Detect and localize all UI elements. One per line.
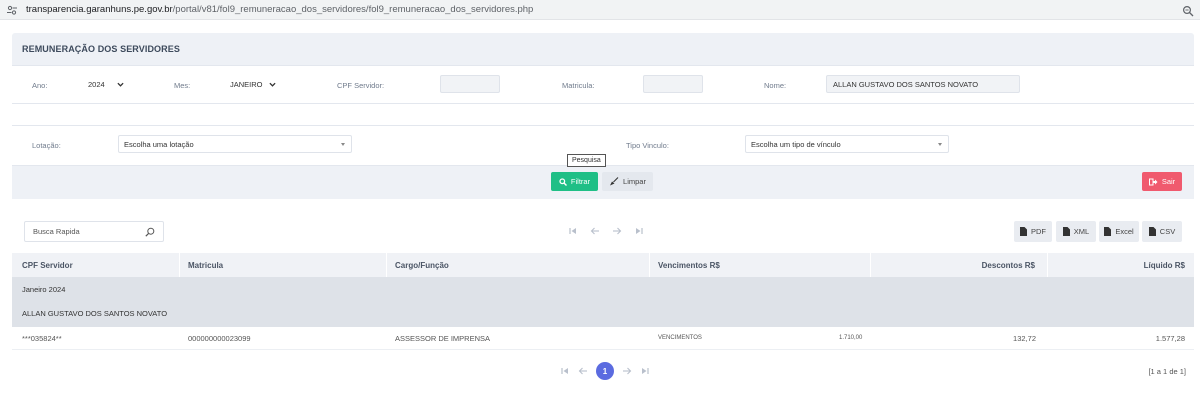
table-group-header: Janeiro 2024 ALLAN GUSTAVO DOS SANTOS NO… bbox=[12, 277, 1194, 327]
site-settings-icon[interactable] bbox=[6, 4, 18, 16]
filter-gap bbox=[12, 104, 1194, 125]
col-cargo[interactable]: Cargo/Função bbox=[395, 261, 449, 270]
vinculo-label: Tipo Vinculo: bbox=[626, 141, 669, 150]
col-separator bbox=[179, 253, 180, 277]
limpar-button[interactable]: Limpar bbox=[602, 172, 653, 191]
sign-out-icon bbox=[1148, 178, 1158, 185]
search-placeholder: Busca Rapida bbox=[33, 227, 80, 236]
prev-page-icon[interactable] bbox=[578, 366, 588, 376]
cell-liquido: 1.577,28 bbox=[1155, 334, 1185, 343]
prev-page-icon[interactable] bbox=[590, 226, 600, 236]
broom-icon bbox=[610, 177, 619, 186]
zoom-icon[interactable] bbox=[1182, 4, 1194, 17]
col-separator bbox=[649, 253, 650, 277]
pagination-info: [1 a 1 de 1] bbox=[1148, 367, 1186, 376]
action-bar: Filtrar Limpar Sair bbox=[12, 166, 1194, 199]
export-csv-label: CSV bbox=[1159, 227, 1176, 236]
filtrar-label: Filtrar bbox=[570, 177, 591, 186]
ano-value: 2024 bbox=[88, 80, 105, 89]
last-page-icon[interactable] bbox=[634, 226, 644, 236]
vinculo-select[interactable]: Escolha um tipo de vínculo bbox=[745, 135, 949, 153]
next-page-icon[interactable] bbox=[622, 366, 632, 376]
browser-address-bar: transparencia.garanhuns.pe.gov.br/portal… bbox=[0, 0, 1200, 20]
quick-search-input[interactable]: Busca Rapida bbox=[24, 221, 164, 242]
mes-select[interactable]: JANEIRO bbox=[230, 76, 280, 93]
ano-label: Ano: bbox=[32, 81, 48, 90]
export-pdf-label: PDF bbox=[1031, 227, 1046, 236]
page-current[interactable]: 1 bbox=[596, 362, 614, 380]
export-excel-button[interactable]: Excel bbox=[1099, 221, 1139, 242]
export-csv-button[interactable]: CSV bbox=[1142, 221, 1182, 242]
col-separator bbox=[870, 253, 871, 277]
col-matricula[interactable]: Matricula bbox=[188, 261, 223, 270]
first-page-icon[interactable] bbox=[568, 226, 578, 236]
export-pdf-button[interactable]: PDF bbox=[1014, 221, 1052, 242]
caret-down-icon bbox=[938, 143, 942, 146]
file-icon bbox=[1104, 227, 1112, 236]
group-period: Janeiro 2024 bbox=[22, 285, 66, 294]
nome-field[interactable]: ALLAN GUSTAVO DOS SANTOS NOVATO bbox=[826, 75, 1020, 93]
matricula-label: Matricula: bbox=[562, 81, 595, 90]
first-page-icon[interactable] bbox=[560, 366, 570, 376]
url-path: /portal/v81/fol9_remuneracao_dos_servido… bbox=[172, 4, 534, 15]
mes-label: Mes: bbox=[174, 81, 191, 90]
mes-value: JANEIRO bbox=[230, 80, 263, 89]
col-separator bbox=[386, 253, 387, 277]
top-pagination bbox=[568, 226, 644, 236]
col-separator bbox=[1047, 253, 1048, 277]
bottom-pagination: 1 bbox=[560, 362, 650, 380]
matricula-field[interactable] bbox=[643, 75, 703, 93]
cell-venc-value: 1.710,00 bbox=[839, 335, 863, 341]
url-text[interactable]: transparencia.garanhuns.pe.gov.br/portal… bbox=[26, 4, 533, 15]
last-page-icon[interactable] bbox=[640, 366, 650, 376]
vinculo-value: Escolha um tipo de vínculo bbox=[751, 139, 841, 149]
filter-panel: REMUNERAÇÃO DOS SERVIDORES Ano: 2024 Mes… bbox=[12, 33, 1194, 199]
table-header: CPF Servidor Matricula Cargo/Função Venc… bbox=[12, 253, 1194, 277]
chevron-down-icon bbox=[269, 82, 276, 87]
file-icon bbox=[1020, 227, 1027, 236]
lotacao-label: Lotação: bbox=[32, 141, 61, 150]
col-cpf[interactable]: CPF Servidor bbox=[22, 261, 73, 270]
col-descontos[interactable]: Descontos R$ bbox=[982, 261, 1035, 270]
ano-select[interactable]: 2024 bbox=[88, 76, 128, 93]
limpar-label: Limpar bbox=[623, 177, 646, 186]
sair-button[interactable]: Sair bbox=[1142, 172, 1182, 191]
cell-cargo: ASSESSOR DE IMPRENSA bbox=[395, 334, 491, 343]
cell-cpf: ***035824** bbox=[22, 334, 62, 343]
url-host: transparencia.garanhuns.pe.gov.br bbox=[26, 4, 173, 15]
lotacao-select[interactable]: Escolha uma lotação bbox=[118, 135, 352, 153]
next-page-icon[interactable] bbox=[612, 226, 622, 236]
table-row[interactable]: ***035824** 000000000023099 ASSESSOR DE … bbox=[12, 327, 1194, 350]
search-icon bbox=[145, 227, 155, 237]
page-title: REMUNERAÇÃO DOS SERVIDORES bbox=[22, 44, 180, 54]
sair-label: Sair bbox=[1161, 177, 1176, 186]
filtrar-tooltip: Pesquisa bbox=[567, 154, 606, 167]
file-icon bbox=[1148, 227, 1156, 236]
nome-label: Nome: bbox=[764, 81, 787, 90]
cell-venc-label: VENCIMENTOS bbox=[658, 335, 702, 341]
lotacao-value: Escolha uma lotação bbox=[124, 139, 194, 149]
export-xml-button[interactable]: XML bbox=[1056, 221, 1096, 242]
col-vencimentos[interactable]: Vencimentos R$ bbox=[658, 261, 720, 270]
search-icon bbox=[559, 177, 567, 186]
file-icon bbox=[1062, 227, 1070, 236]
cpf-label: CPF Servidor: bbox=[337, 81, 385, 90]
cell-matricula: 000000000023099 bbox=[188, 334, 251, 343]
filter-row-1: Ano: 2024 Mes: JANEIRO CPF Servidor: Mat… bbox=[12, 65, 1194, 104]
filtrar-button[interactable]: Filtrar bbox=[551, 172, 598, 191]
col-liquido[interactable]: Líquido R$ bbox=[1144, 261, 1185, 270]
group-name: ALLAN GUSTAVO DOS SANTOS NOVATO bbox=[22, 309, 168, 318]
caret-down-icon bbox=[341, 143, 345, 146]
export-excel-label: Excel bbox=[1115, 227, 1134, 236]
export-xml-label: XML bbox=[1073, 227, 1090, 236]
chevron-down-icon bbox=[117, 82, 124, 87]
cell-descontos: 132,72 bbox=[1013, 334, 1036, 343]
cpf-field[interactable] bbox=[440, 75, 500, 93]
